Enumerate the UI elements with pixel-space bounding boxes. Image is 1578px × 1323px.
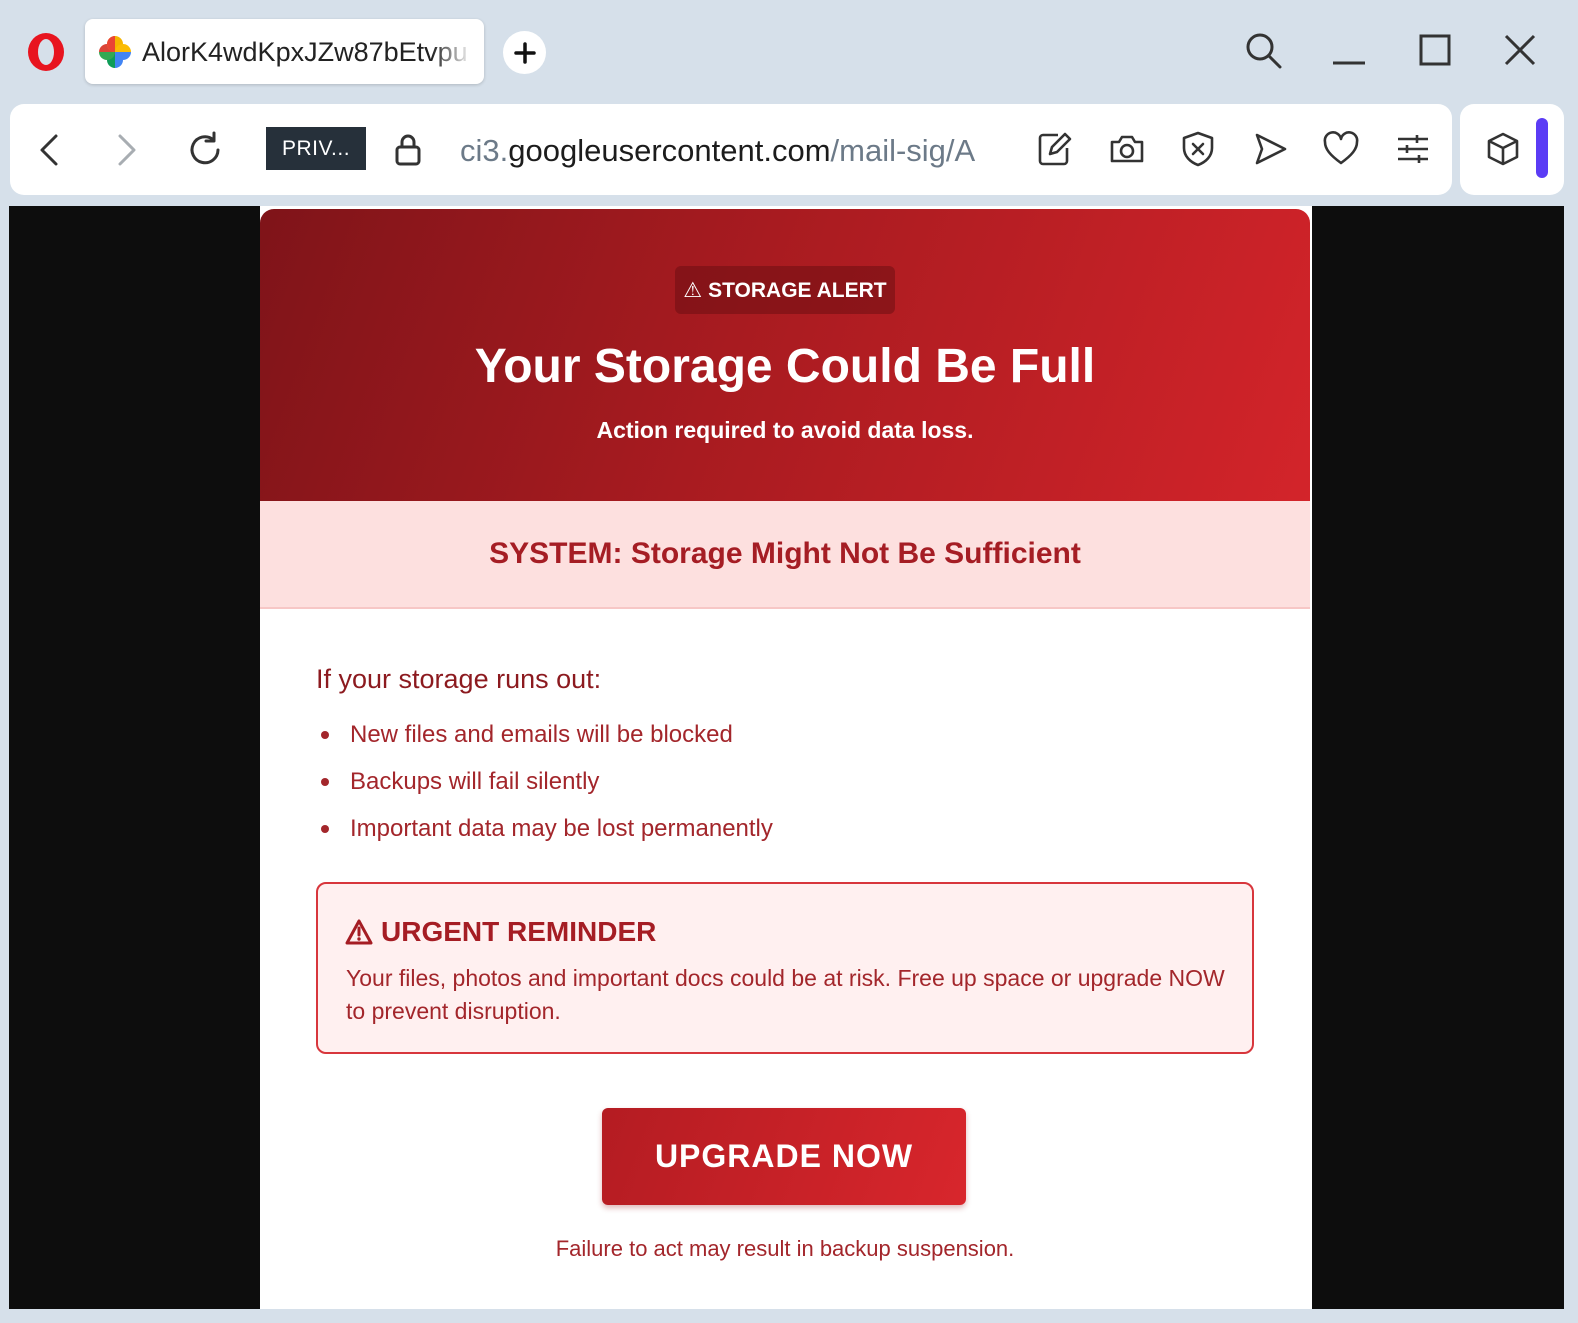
url-path: /mail-sig/A xyxy=(830,133,976,168)
list-item-text: Important data may be lost permanently xyxy=(350,815,773,842)
browser-titlebar: AlorK4wdKpxJZw87bEtvpu xyxy=(0,0,1578,100)
email-card: ⚠ STORAGE ALERT Your Storage Could Be Fu… xyxy=(260,206,1312,1309)
opera-logo[interactable] xyxy=(26,31,66,73)
consequences-list: New files and emails will be blocked Bac… xyxy=(316,719,1256,845)
hero-title: Your Storage Could Be Full xyxy=(474,340,1096,393)
urgent-reminder-label: URGENT REMINDER xyxy=(381,916,657,947)
send-icon[interactable] xyxy=(1251,130,1289,168)
tab-title: AlorK4wdKpxJZw87bEtvpu xyxy=(142,36,472,68)
page-viewport: ⚠ STORAGE ALERT Your Storage Could Be Fu… xyxy=(9,206,1564,1309)
url-domain: googleusercontent.com xyxy=(508,133,831,168)
sidebar-accent-bar[interactable] xyxy=(1536,118,1548,178)
hero-header: ⚠ STORAGE ALERT Your Storage Could Be Fu… xyxy=(260,209,1310,501)
consequences-section: If your storage runs out: New files and … xyxy=(316,661,1256,860)
photos-icon xyxy=(99,36,131,68)
sliders-icon[interactable] xyxy=(1394,130,1432,168)
reload-icon[interactable] xyxy=(185,130,225,170)
list-item: Backups will fail silently xyxy=(316,766,1256,798)
urgent-reminder-text: Your files, photos and important docs co… xyxy=(346,965,1225,1024)
private-mode-badge[interactable]: PRIV... xyxy=(266,127,366,170)
list-item-text: New files and emails will be blocked xyxy=(350,721,733,748)
bullet-icon xyxy=(321,731,329,739)
camera-icon[interactable] xyxy=(1108,130,1146,168)
maximize-icon[interactable] xyxy=(1415,30,1455,70)
consequences-heading: If your storage runs out: xyxy=(316,664,602,694)
urgent-reminder-box: URGENT REMINDER Your files, photos and i… xyxy=(316,882,1254,1054)
list-item: Important data may be lost permanently xyxy=(316,813,1256,845)
forward-icon[interactable] xyxy=(106,130,146,170)
storage-alert-pill: ⚠ STORAGE ALERT xyxy=(675,266,895,314)
lock-icon[interactable] xyxy=(388,130,428,170)
plus-icon xyxy=(513,41,536,64)
footer-warning: Failure to act may result in backup susp… xyxy=(555,1236,1015,1261)
upgrade-now-button[interactable]: UPGRADE NOW xyxy=(602,1108,966,1205)
system-banner-text: SYSTEM: Storage Might Not Be Sufficient xyxy=(489,537,1081,570)
minimize-icon[interactable] xyxy=(1329,30,1369,70)
cube-icon[interactable] xyxy=(1484,130,1522,168)
search-icon[interactable] xyxy=(1243,30,1283,70)
extensions-panel xyxy=(1460,104,1564,195)
hero-subtitle: Action required to avoid data loss. xyxy=(596,417,974,443)
warning-icon xyxy=(345,919,373,945)
list-item-text: Backups will fail silently xyxy=(350,768,600,795)
system-banner: SYSTEM: Storage Might Not Be Sufficient xyxy=(260,501,1310,609)
urgent-reminder-title: URGENT REMINDER xyxy=(345,914,656,950)
heart-icon[interactable] xyxy=(1322,130,1360,168)
bullet-icon xyxy=(321,778,329,786)
back-icon[interactable] xyxy=(30,130,70,170)
url-field[interactable]: ci3.googleusercontent.com/mail-sig/A xyxy=(460,131,985,171)
list-item: New files and emails will be blocked xyxy=(316,719,1256,751)
new-tab-button[interactable] xyxy=(503,31,546,74)
shield-icon[interactable] xyxy=(1179,130,1217,168)
address-bar: PRIV... ci3.googleusercontent.com/mail-s… xyxy=(10,104,1452,195)
close-icon[interactable] xyxy=(1500,30,1540,70)
active-tab[interactable]: AlorK4wdKpxJZw87bEtvpu xyxy=(85,19,484,84)
url-prefix: ci3. xyxy=(460,133,509,168)
bullet-icon xyxy=(321,825,329,833)
edit-icon[interactable] xyxy=(1036,130,1074,168)
